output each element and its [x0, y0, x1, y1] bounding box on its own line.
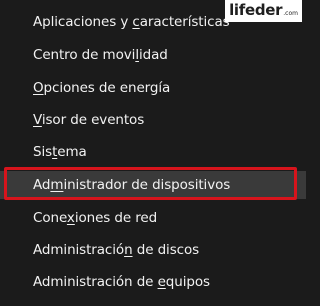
- menu-item-label: Visor de eventos: [33, 112, 145, 128]
- logo-suffix: .com: [283, 10, 298, 17]
- menu-item-label: Administrador de dispositivos: [33, 177, 231, 193]
- menu-item-administracion-equipos[interactable]: Administración de equipos: [0, 268, 306, 296]
- logo-text: lifeder: [229, 1, 283, 19]
- menu-item-visor-eventos[interactable]: Visor de eventos: [0, 106, 306, 134]
- menu-item-opciones-energia[interactable]: Opciones de energía: [0, 74, 306, 102]
- menu-item-centro-movilidad[interactable]: Centro de movilidad: [0, 41, 306, 69]
- menu-item-administracion-discos[interactable]: Administración de discos: [0, 236, 306, 264]
- menu-item-label: Aplicaciones y características: [33, 14, 230, 30]
- menu-item-label: Administración de equipos: [33, 274, 210, 290]
- menu-item-label: Conexiones de red: [33, 210, 158, 226]
- menu-item-administrador-dispositivos[interactable]: Administrador de dispositivos: [0, 171, 306, 199]
- context-menu: Aplicaciones y características Centro de…: [0, 0, 306, 306]
- watermark-logo: lifeder .com: [225, 0, 302, 22]
- menu-item-label: Opciones de energía: [33, 80, 171, 96]
- menu-item-sistema[interactable]: Sistema: [0, 138, 306, 166]
- menu-item-label: Sistema: [33, 144, 87, 160]
- menu-item-label: Administración de discos: [33, 242, 200, 258]
- menu-item-label: Centro de movilidad: [33, 47, 168, 63]
- menu-item-conexiones-red[interactable]: Conexiones de red: [0, 204, 306, 232]
